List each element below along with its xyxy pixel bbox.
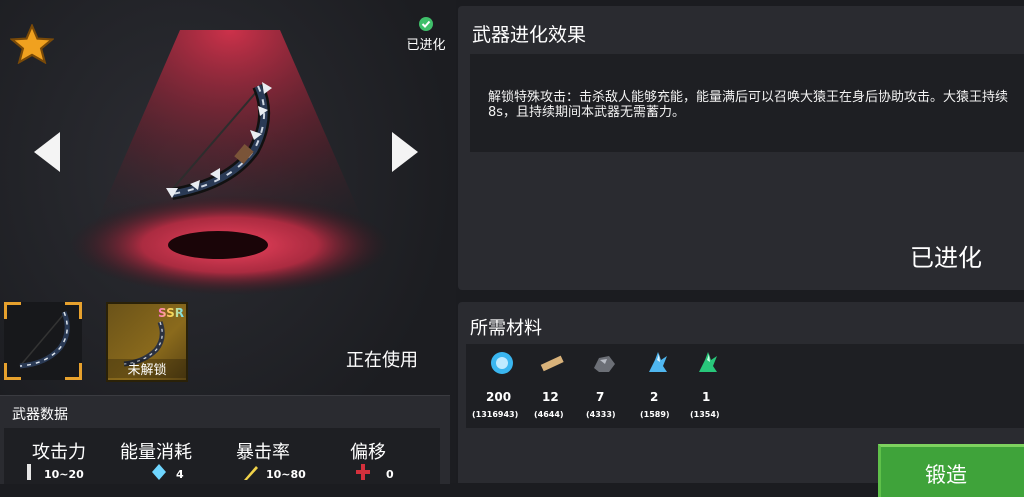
blue-crystal-icon	[649, 352, 667, 372]
material-required: 200	[486, 390, 512, 404]
favorite-star-icon[interactable]	[10, 24, 54, 64]
weapon-stats-title: 武器数据	[12, 407, 68, 423]
blue-gem-coin-icon	[491, 352, 513, 374]
materials-title: 所需材料	[470, 318, 542, 339]
crit-icon	[244, 466, 258, 480]
material-required: 1	[702, 390, 711, 404]
locked-label: 未解锁	[108, 359, 186, 378]
material-item: 12 (4644)	[534, 350, 576, 419]
evolution-status: 已进化	[910, 244, 982, 272]
evolution-effect-title: 武器进化效果	[472, 24, 587, 46]
stat-label-crit: 暴击率	[236, 442, 290, 463]
sword-icon	[27, 464, 31, 480]
skin-slot-ssr[interactable]: SSR 未解锁	[106, 302, 188, 382]
green-crystal-icon	[699, 352, 717, 372]
evolved-badge-label: 已进化	[406, 38, 446, 53]
material-owned: (1316943)	[472, 410, 519, 419]
weapon-display-area: 已进化 SSR 未解锁 正在使用 武器数据 攻击力 能量消耗 暴击率 偏移 10…	[0, 0, 456, 484]
stat-label-attack: 攻击力	[32, 442, 86, 463]
weapon-stats-panel: 武器数据 攻击力 能量消耗 暴击率 偏移 10~20 4 10~80 0	[0, 395, 450, 484]
materials-list: 200 (1316943) 12 (4644) 7 (4333) 2 (1589…	[466, 344, 1024, 428]
forge-button[interactable]: 锻造	[878, 444, 1024, 497]
material-item: 1 (1354)	[690, 350, 732, 419]
material-required: 12	[542, 390, 559, 404]
next-weapon-arrow-icon[interactable]	[388, 128, 422, 176]
check-circle-icon	[419, 17, 433, 31]
evolution-effect-panel: 武器进化效果 解锁特殊攻击：击杀敌人能够充能，能量满后可以召唤大猿王在身后协助攻…	[458, 6, 1024, 290]
material-required: 2	[650, 390, 659, 404]
wood-plank-icon	[540, 355, 564, 372]
evolution-effect-description: 解锁特殊攻击：击杀敌人能够充能，能量满后可以召唤大猿王在身后协助攻击。大猿王持续…	[488, 90, 1009, 120]
material-item: 7 (4333)	[586, 350, 628, 419]
prev-weapon-arrow-icon[interactable]	[30, 128, 64, 176]
stat-value-energy: 4	[176, 468, 184, 481]
stat-label-offset: 偏移	[350, 442, 386, 463]
ore-stone-icon	[594, 356, 615, 372]
weapon-stats-list: 攻击力 能量消耗 暴击率 偏移 10~20 4 10~80 0	[4, 428, 440, 484]
material-owned: (1589)	[640, 410, 670, 419]
skin-slot-default[interactable]	[4, 302, 82, 380]
stat-value-crit: 10~80	[266, 468, 306, 481]
evolved-badge: 已进化	[398, 16, 454, 53]
in-use-label: 正在使用	[346, 350, 418, 371]
material-owned: (4333)	[586, 410, 616, 419]
evolution-effect-box: 解锁特殊攻击：击杀敌人能够充能，能量满后可以召唤大猿王在身后协助攻击。大猿王持续…	[470, 54, 1024, 152]
material-required: 7	[596, 390, 605, 404]
forge-button-label: 锻造	[925, 463, 967, 487]
energy-crystal-icon	[152, 464, 166, 480]
material-owned: (4644)	[534, 410, 564, 419]
bow-thumbnail-icon	[19, 311, 70, 369]
stat-value-offset: 0	[386, 468, 394, 481]
stat-label-energy: 能量消耗	[120, 442, 192, 463]
material-item: 2 (1589)	[640, 350, 682, 419]
material-owned: (1354)	[690, 410, 720, 419]
material-item: 200 (1316943)	[472, 350, 526, 419]
crosshair-icon	[356, 464, 370, 480]
weapon-bow-sprite	[166, 82, 272, 200]
stat-value-attack: 10~20	[44, 468, 84, 481]
